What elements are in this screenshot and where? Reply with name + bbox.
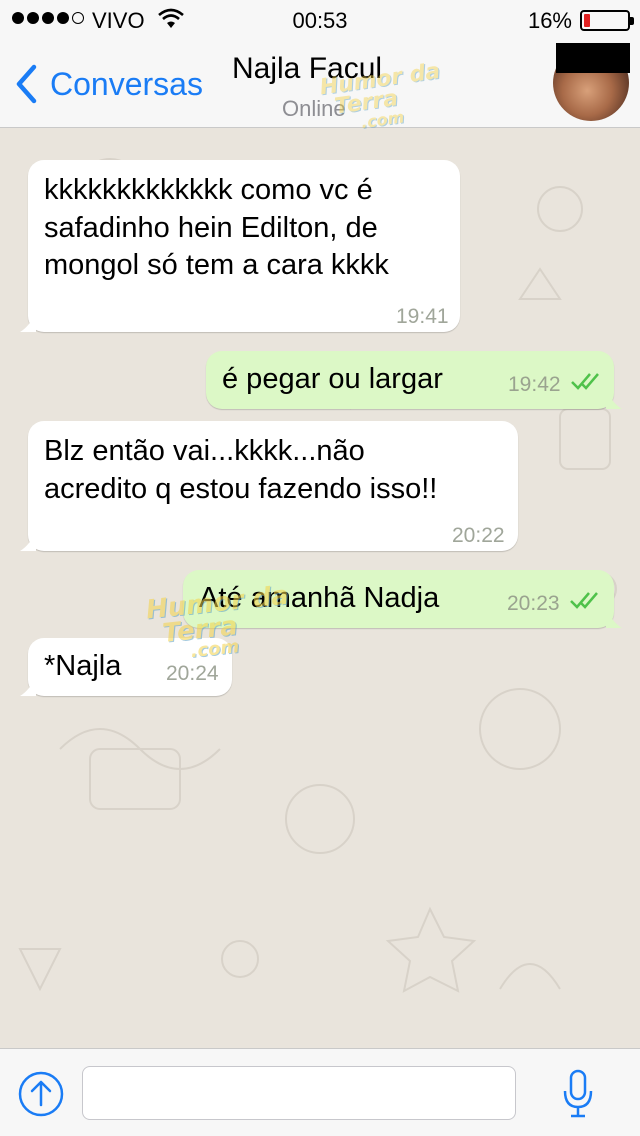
back-button[interactable]: Conversas bbox=[14, 62, 203, 106]
message-time: 19:41 bbox=[396, 305, 449, 328]
chevron-left-icon bbox=[16, 64, 37, 104]
message-bubble-incoming[interactable]: Blz então vai...kkkk...não acredito q es… bbox=[20, 421, 518, 551]
double-check-icon bbox=[570, 592, 598, 609]
chat-area[interactable]: kkkkkkkkkkkkk como vc é safadinho hein E… bbox=[0, 129, 640, 1048]
message-text: *Najla bbox=[44, 650, 122, 682]
message-time: 20:23 bbox=[507, 592, 560, 615]
battery-icon bbox=[580, 10, 634, 31]
message-time: 20:24 bbox=[166, 662, 219, 685]
bubble-tail bbox=[20, 531, 36, 551]
message-time: 20:22 bbox=[452, 524, 505, 547]
message-text: é pegar ou largar bbox=[222, 363, 443, 395]
message-text: Blz então vai...kkkk...não acredito q es… bbox=[44, 435, 438, 505]
bubble-tail bbox=[606, 608, 622, 628]
bubble-tail bbox=[20, 312, 36, 332]
message-bubble-outgoing[interactable]: é pegar ou largar 19:42 bbox=[206, 351, 622, 409]
message-text: kkkkkkkkkkkkk como vc é safadinho hein E… bbox=[44, 174, 389, 282]
double-check-icon bbox=[571, 373, 599, 390]
message-bubble-incoming[interactable]: kkkkkkkkkkkkk como vc é safadinho hein E… bbox=[20, 160, 460, 332]
message-time: 19:42 bbox=[508, 373, 561, 396]
status-bar: VIVO 00:53 16% bbox=[0, 0, 640, 40]
message-input[interactable] bbox=[82, 1066, 516, 1120]
microphone-icon[interactable] bbox=[562, 1069, 594, 1119]
bubble-tail bbox=[20, 676, 36, 696]
upload-arrow-icon[interactable] bbox=[18, 1071, 64, 1117]
back-button-label: Conversas bbox=[50, 65, 203, 102]
bubble-tail bbox=[606, 389, 622, 409]
avatar-censor-bar bbox=[556, 43, 630, 73]
battery-percentage: 16% bbox=[527, 8, 572, 33]
message-input-bar bbox=[0, 1048, 640, 1136]
